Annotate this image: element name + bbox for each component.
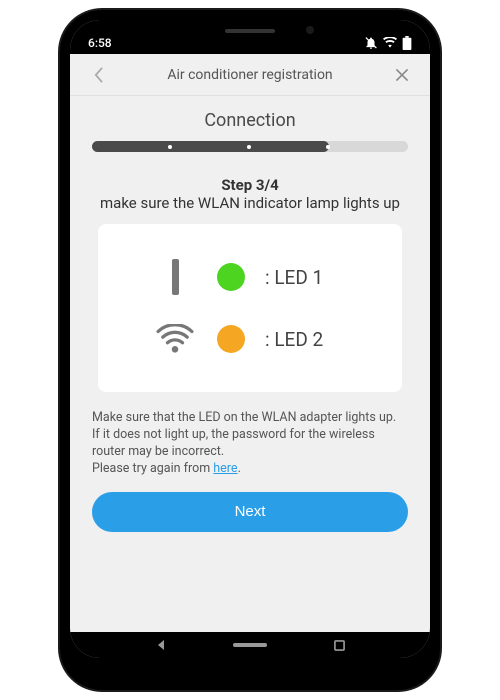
- step-heading: Step 3/4: [92, 176, 408, 194]
- info-line1: Make sure that the LED on the WLAN adapt…: [92, 410, 396, 425]
- info-text: Make sure that the LED on the WLAN adapt…: [92, 410, 408, 478]
- progress-fill: [92, 141, 329, 152]
- led1-symbol: [153, 259, 197, 295]
- led2-symbol: [153, 324, 197, 354]
- section-title: Connection: [92, 110, 408, 131]
- status-bar: 6:58: [70, 20, 430, 54]
- led2-label: : LED 2: [265, 328, 347, 351]
- nav-recent-icon[interactable]: [334, 640, 345, 651]
- content: Connection Step 3/4 make sure the WLAN i…: [70, 96, 430, 632]
- led-row-2: : LED 2: [114, 308, 386, 370]
- led2-indicator: [217, 325, 245, 353]
- status-time: 6:58: [88, 36, 112, 50]
- wifi-icon: [156, 324, 194, 354]
- screen: 6:58 Air conditioner registration Connec…: [70, 20, 430, 658]
- status-icons: [364, 36, 412, 50]
- app-header: Air conditioner registration: [70, 54, 430, 96]
- info-line2: If it does not light up, the password fo…: [92, 427, 375, 459]
- close-button[interactable]: [388, 61, 416, 89]
- dnd-icon: [364, 36, 378, 50]
- android-nav-bar: [70, 632, 430, 658]
- led-row-1: : LED 1: [114, 246, 386, 308]
- nav-home-icon[interactable]: [233, 643, 267, 647]
- nav-back-icon[interactable]: [155, 639, 167, 651]
- back-button[interactable]: [84, 61, 112, 89]
- info-line3-suffix: .: [238, 461, 241, 476]
- battery-icon: [402, 36, 412, 50]
- led-card: : LED 1 : LED 2: [98, 224, 402, 392]
- led1-label: : LED 1: [265, 266, 347, 289]
- led1-indicator: [217, 263, 245, 291]
- step-subtitle: make sure the WLAN indicator lamp lights…: [92, 194, 408, 212]
- retry-link[interactable]: here: [213, 461, 237, 476]
- phone-frame: 6:58 Air conditioner registration Connec…: [60, 10, 440, 690]
- next-button[interactable]: Next: [92, 492, 408, 532]
- header-title: Air conditioner registration: [112, 67, 388, 83]
- info-line3-prefix: Please try again from: [92, 461, 213, 476]
- wifi-icon: [383, 37, 397, 49]
- progress-bar: [92, 141, 408, 152]
